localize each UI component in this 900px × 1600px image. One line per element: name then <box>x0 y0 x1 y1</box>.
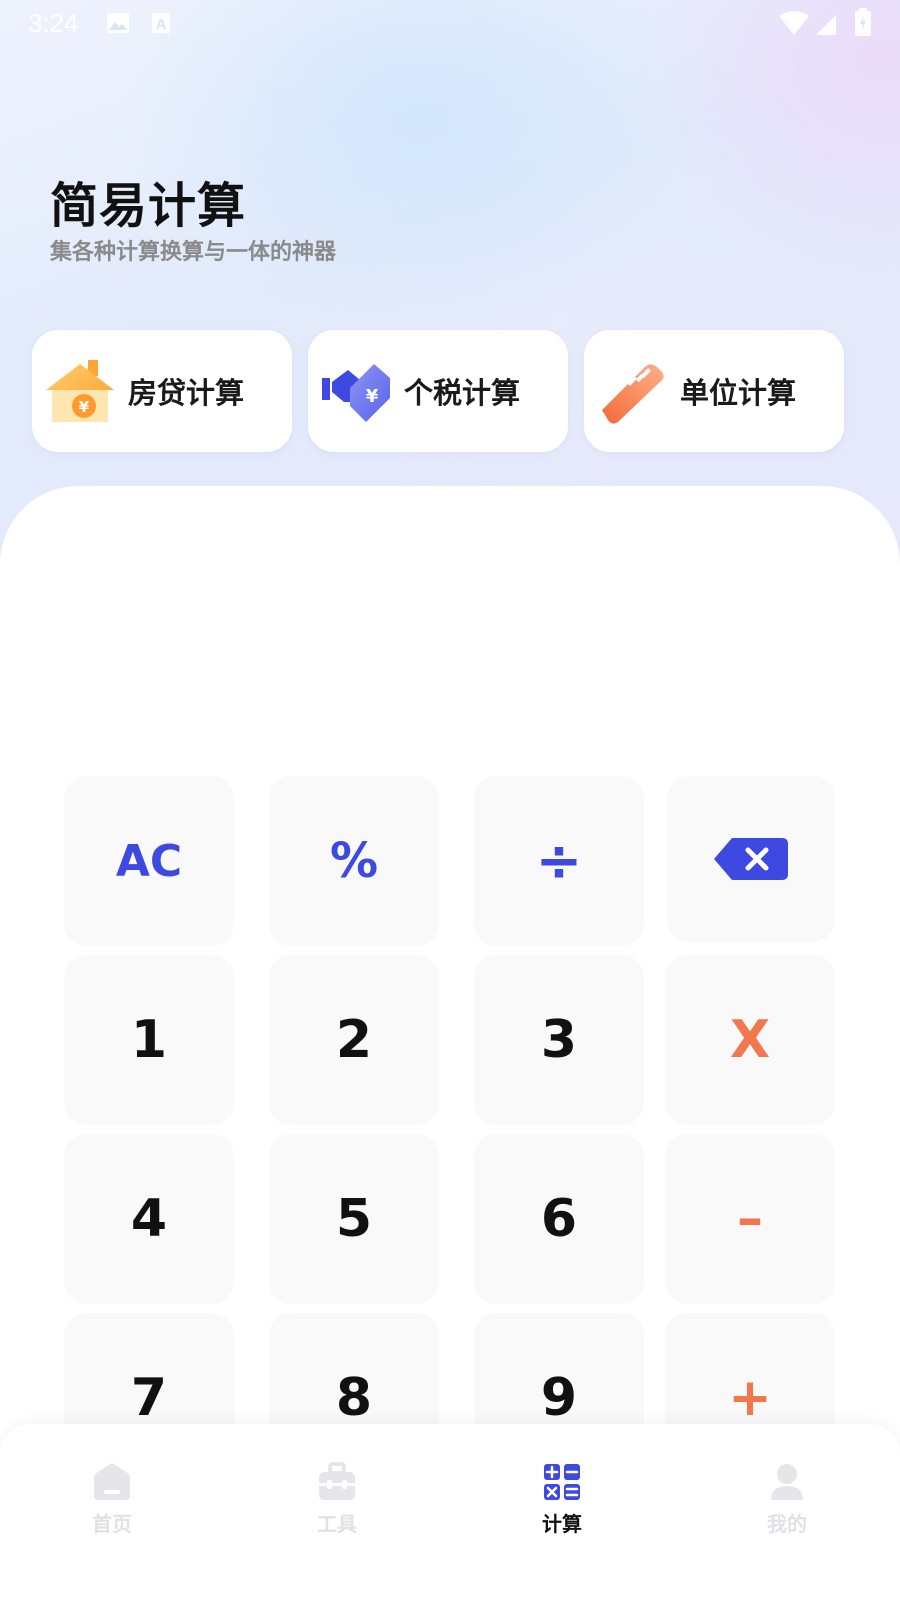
key-1-label: 1 <box>130 1010 168 1070</box>
key-4-label: 4 <box>130 1189 168 1249</box>
svg-text:A: A <box>156 16 167 33</box>
backspace-key[interactable] <box>667 776 835 942</box>
calculator-icon <box>544 1464 580 1500</box>
house-yuan-icon: ¥ <box>46 360 114 422</box>
key-6[interactable]: 6 <box>474 1134 644 1304</box>
status-time: 3:24 <box>28 8 79 38</box>
clear-key-label: AC <box>115 835 183 887</box>
tab-home-label: 首页 <box>92 1512 132 1536</box>
battery-icon <box>855 8 871 36</box>
divide-key[interactable]: ÷ <box>474 776 644 946</box>
key-5[interactable]: 5 <box>269 1134 439 1304</box>
ruler-icon <box>602 364 664 424</box>
key-6-label: 6 <box>540 1189 578 1249</box>
tab-tools-label: 工具 <box>317 1512 357 1536</box>
key-2[interactable]: 2 <box>269 955 439 1125</box>
wifi-icon <box>779 11 809 35</box>
mortgage-calculator-card[interactable]: ¥ 房贷计算 <box>32 330 292 452</box>
tab-mine[interactable]: 我的 <box>727 1454 847 1544</box>
mortgage-calculator-label: 房贷计算 <box>128 376 245 410</box>
percent-key-label: % <box>329 833 379 889</box>
tab-mine-label: 我的 <box>767 1512 807 1536</box>
tax-calculator-card[interactable]: ¥ 个税计算 <box>308 330 568 452</box>
clear-key[interactable]: AC <box>64 776 234 946</box>
unit-calculator-label: 单位计算 <box>680 376 797 410</box>
key-9-label: 9 <box>540 1368 578 1428</box>
tab-calculate[interactable]: 计算 <box>502 1454 622 1544</box>
key-3-label: 3 <box>540 1010 578 1070</box>
multiply-key[interactable]: X <box>665 955 835 1125</box>
signal-icon <box>816 15 836 35</box>
tab-tools[interactable]: 工具 <box>277 1454 397 1544</box>
key-2-label: 2 <box>335 1010 373 1070</box>
tab-calculate-label: 计算 <box>542 1512 582 1536</box>
minus-key-label: – <box>737 1189 763 1249</box>
unit-calculator-card[interactable]: 单位计算 <box>584 330 844 452</box>
percent-key[interactable]: % <box>269 776 439 946</box>
font-icon: A <box>152 13 170 33</box>
key-5-label: 5 <box>335 1189 373 1249</box>
multiply-key-label: X <box>729 1010 771 1070</box>
user-icon <box>771 1464 803 1500</box>
status-bar: 3:24 A <box>0 0 900 48</box>
calculator-display <box>60 540 840 720</box>
key-4[interactable]: 4 <box>64 1134 234 1304</box>
page-title: 简易计算 <box>50 178 247 234</box>
svg-text:¥: ¥ <box>79 398 90 416</box>
tax-calculator-label: 个税计算 <box>404 376 521 410</box>
key-8-label: 8 <box>335 1368 373 1428</box>
minus-key[interactable]: – <box>665 1134 835 1304</box>
page-subtitle: 集各种计算换算与一体的神器 <box>50 240 337 265</box>
key-7-label: 7 <box>130 1368 168 1428</box>
divide-key-label: ÷ <box>535 828 583 894</box>
key-1[interactable]: 1 <box>64 955 234 1125</box>
svg-text:¥: ¥ <box>366 386 379 407</box>
bottom-tab-bar: 首页 工具 计算 我的 <box>0 1424 900 1600</box>
toolbox-icon <box>319 1462 355 1500</box>
image-icon <box>107 13 129 33</box>
key-3[interactable]: 3 <box>474 955 644 1125</box>
home-icon <box>94 1463 130 1500</box>
tab-home[interactable]: 首页 <box>52 1454 172 1544</box>
tax-tag-icon: ¥ <box>322 364 390 422</box>
plus-key-label: + <box>728 1368 772 1428</box>
backspace-icon <box>714 838 788 880</box>
